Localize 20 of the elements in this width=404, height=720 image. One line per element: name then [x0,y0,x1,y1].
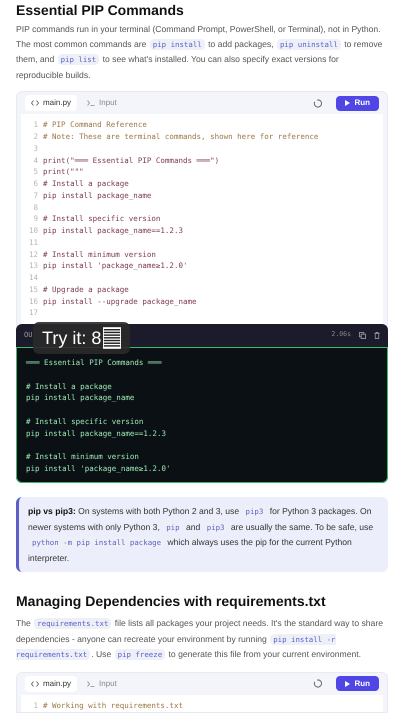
terminal-icon [87,680,96,687]
bars-icon [103,326,122,349]
section-heading: Essential PIP Commands [16,2,185,18]
trash-icon[interactable] [374,332,380,339]
section-heading: Managing Dependencies with requirements.txt [16,592,327,610]
reset-icon[interactable] [313,98,322,108]
play-icon [345,680,350,687]
editor-tab[interactable]: Input [81,676,123,692]
reset-icon[interactable] [313,679,322,688]
overlay-text: Try it: 8 [42,328,102,348]
terminal-icon [87,100,96,106]
run-button[interactable]: Run [336,676,379,692]
editor-tab[interactable]: main.py [25,676,78,692]
editor-tab[interactable]: Input [81,95,123,111]
code-icon [31,100,39,106]
play-icon [345,100,350,106]
run-button[interactable]: Run [336,96,379,110]
editor-tab[interactable]: main.py [25,95,78,111]
copy-icon[interactable] [359,332,366,339]
code-icon [31,680,39,687]
